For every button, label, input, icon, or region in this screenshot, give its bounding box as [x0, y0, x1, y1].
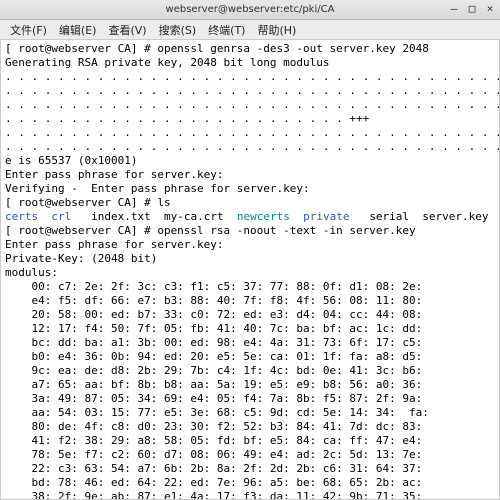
modulus-line: e4: f5: df: 66: e7: b3: 88: 40: 7f: f8: … — [5, 294, 422, 307]
line: Generating RSA private key, 2048 bit lon… — [5, 56, 330, 69]
modulus-line: 12: 17: f4: 50: 7f: 05: fb: 41: 40: 7c: … — [5, 322, 422, 335]
menu-view[interactable]: 查看(V) — [102, 20, 152, 40]
maximize-icon[interactable]: □ — [466, 2, 478, 15]
line: Verifying - Enter pass phrase for server… — [5, 182, 310, 195]
line: . . . . . . . . . . . . . . . . . . . . … — [5, 84, 500, 97]
line: [ root@webserver CA] # openssl genrsa -d… — [5, 42, 429, 55]
line: . . . . . . . . . . . . . . . . . . . . … — [5, 112, 369, 125]
line: e is 65537 (0x10001) — [5, 154, 137, 167]
menu-terminal[interactable]: 终端(T) — [202, 20, 251, 40]
ls-file: serial — [369, 210, 409, 223]
modulus-line: 9c: ea: de: d8: 2b: 29: 7b: c4: 1f: 4c: … — [5, 364, 422, 377]
menu-help[interactable]: 帮助(H) — [251, 20, 302, 40]
ls-dir: crl — [51, 210, 71, 223]
line: . . . . . . . . . . . . . . . . . . . . … — [5, 126, 500, 139]
modulus-line: aa: 54: 03: 15: 77: e5: 3e: 68: c5: 9d: … — [5, 406, 429, 419]
line: Enter pass phrase for server.key: — [5, 238, 224, 251]
line: Private-Key: (2048 bit) — [5, 252, 157, 265]
modulus-line: 78: 5e: f7: c2: 60: d7: 08: 06: 49: e4: … — [5, 448, 422, 461]
line: modulus: — [5, 266, 58, 279]
window-title: webserver@webserver:etc/pki/CA — [166, 4, 335, 15]
minimize-icon[interactable]: – — [448, 2, 460, 15]
line: [ root@webserver CA] # ls — [5, 196, 171, 209]
line: [ root@webserver CA] # openssl rsa -noou… — [5, 224, 416, 237]
ls-dir: newcerts — [237, 210, 290, 223]
menu-search[interactable]: 搜索(S) — [153, 20, 203, 40]
line: . . . . . . . . . . . . . . . . . . . . … — [5, 70, 500, 83]
line: . . . . . . . . . . . . . . . . . . . . … — [5, 98, 500, 111]
modulus-line: bd: 78: 46: ed: 64: 22: ed: 7e: 96: a5: … — [5, 476, 422, 489]
close-icon[interactable]: × — [484, 2, 496, 15]
modulus-line: 20: 58: 00: ed: b7: 33: c0: 72: ed: e3: … — [5, 308, 422, 321]
modulus-line: 00: c7: 2e: 2f: 3c: c3: f1: c5: 37: 77: … — [5, 280, 422, 293]
modulus-line: 22: c3: 63: 54: a7: 6b: 2b: 8a: 2f: 2d: … — [5, 462, 422, 475]
modulus-line: 80: de: 4f: c8: d0: 23: 30: f2: 52: b3: … — [5, 420, 422, 433]
modulus-line: 38: 2f: 9e: ab: 87: e1: 4a: 17: f3: da: … — [5, 490, 422, 500]
ls-file: server.key — [422, 210, 488, 223]
modulus-line: a7: 65: aa: bf: 8b: b8: aa: 5a: 19: e5: … — [5, 378, 422, 391]
ls-dir: private — [303, 210, 349, 223]
window-titlebar: webserver@webserver:etc/pki/CA – □ × — [0, 0, 500, 20]
modulus-line: 3a: 49: 87: 05: 34: 69: e4: 05: f4: 7a: … — [5, 392, 422, 405]
line: Enter pass phrase for server.key: — [5, 168, 224, 181]
line: . . . . . . . . . . . . . . . . . . . . … — [5, 140, 500, 153]
modulus-line: bc: dd: ba: a1: 3b: 00: ed: 98: e4: 4a: … — [5, 336, 422, 349]
ls-file: my-ca.crt — [164, 210, 224, 223]
modulus-line: 41: f2: 38: 29: a8: 58: 05: fd: bf: e5: … — [5, 434, 422, 447]
menu-bar: 文件(F) 编辑(E) 查看(V) 搜索(S) 终端(T) 帮助(H) — [0, 20, 500, 40]
terminal-output[interactable]: [ root@webserver CA] # openssl genrsa -d… — [0, 40, 500, 500]
menu-edit[interactable]: 编辑(E) — [53, 20, 103, 40]
ls-dir: certs — [5, 210, 38, 223]
menu-file[interactable]: 文件(F) — [4, 20, 53, 40]
modulus-line: b0: e4: 36: 0b: 94: ed: 20: e5: 5e: ca: … — [5, 350, 422, 363]
window-controls: – □ × — [448, 2, 496, 15]
ls-file: index.txt — [91, 210, 151, 223]
